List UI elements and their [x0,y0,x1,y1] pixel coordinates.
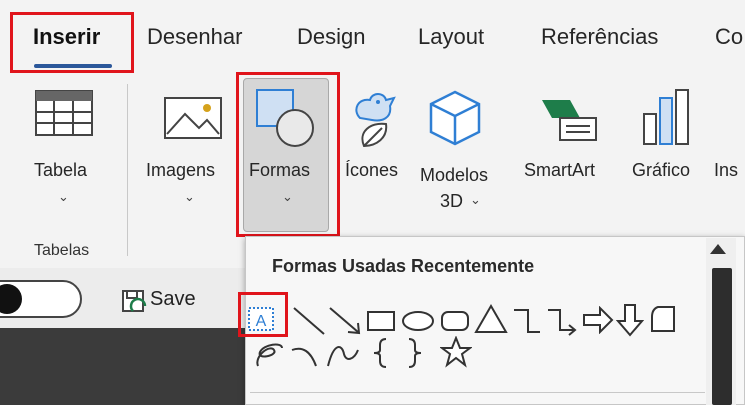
tab-desenhar[interactable]: Desenhar [147,24,242,50]
save-label[interactable]: Save [150,288,196,311]
icons-gallery-icon[interactable] [346,88,406,150]
icones-label[interactable]: Ícones [345,160,398,181]
tabela-label[interactable]: Tabela [34,160,87,181]
smartart-label[interactable]: SmartArt [524,160,595,181]
imagens-label[interactable]: Imagens [146,160,215,181]
scribble-shape[interactable] [252,338,286,370]
save-icon[interactable] [121,289,147,315]
chevron-down-icon[interactable]: ⌄ [470,192,481,208]
rectangle-shape[interactable] [366,310,396,332]
smartart-icon[interactable] [540,96,600,144]
scroll-up-arrow-icon[interactable] [710,244,726,254]
highlight-box-formas [236,72,340,237]
highlight-box-tab [10,12,134,73]
rounded-rectangle-shape[interactable] [440,310,470,332]
elbow-connector-shape[interactable] [512,306,542,336]
chevron-down-icon[interactable]: ⌄ [184,189,195,205]
tab-design[interactable]: Design [297,24,365,50]
picture-icon[interactable] [163,96,223,140]
chevron-down-icon[interactable]: ⌄ [58,189,69,205]
dropdown-title: Formas Usadas Recentemente [272,256,535,276]
cube-3d-icon[interactable] [427,90,483,146]
triangle-shape[interactable] [474,304,508,334]
tab-layout[interactable]: Layout [418,24,484,50]
down-arrow-shape[interactable] [616,303,644,337]
curve-shape[interactable] [326,340,360,368]
arrow-line-shape[interactable] [328,306,362,336]
star-shape[interactable] [440,336,472,368]
grafico-label[interactable]: Gráfico [632,160,690,181]
table-icon[interactable] [34,89,94,137]
scrollbar-thumb[interactable] [712,268,732,405]
oval-shape[interactable] [401,310,435,332]
modelos-label[interactable]: Modelos [420,165,488,186]
modelos-3d-label[interactable]: 3D [440,191,463,212]
tab-co-truncated[interactable]: Co [715,24,743,50]
flowchart-card-shape[interactable] [648,305,678,333]
left-brace-shape[interactable] [370,337,390,369]
elbow-arrow-connector-shape[interactable] [546,306,578,336]
ins-truncated-label[interactable]: Ins [714,160,738,181]
right-brace-shape[interactable] [405,337,425,369]
tab-referencias[interactable]: Referências [541,24,658,50]
ribbon-divider [127,84,128,256]
line-shape[interactable] [292,306,326,336]
dropdown-section-divider [250,392,705,393]
highlight-box-textbox [238,292,288,337]
group-label-tabelas: Tabelas [34,242,90,259]
right-arrow-shape[interactable] [582,306,614,334]
arc-shape[interactable] [290,340,320,368]
chart-icon[interactable] [640,88,694,146]
